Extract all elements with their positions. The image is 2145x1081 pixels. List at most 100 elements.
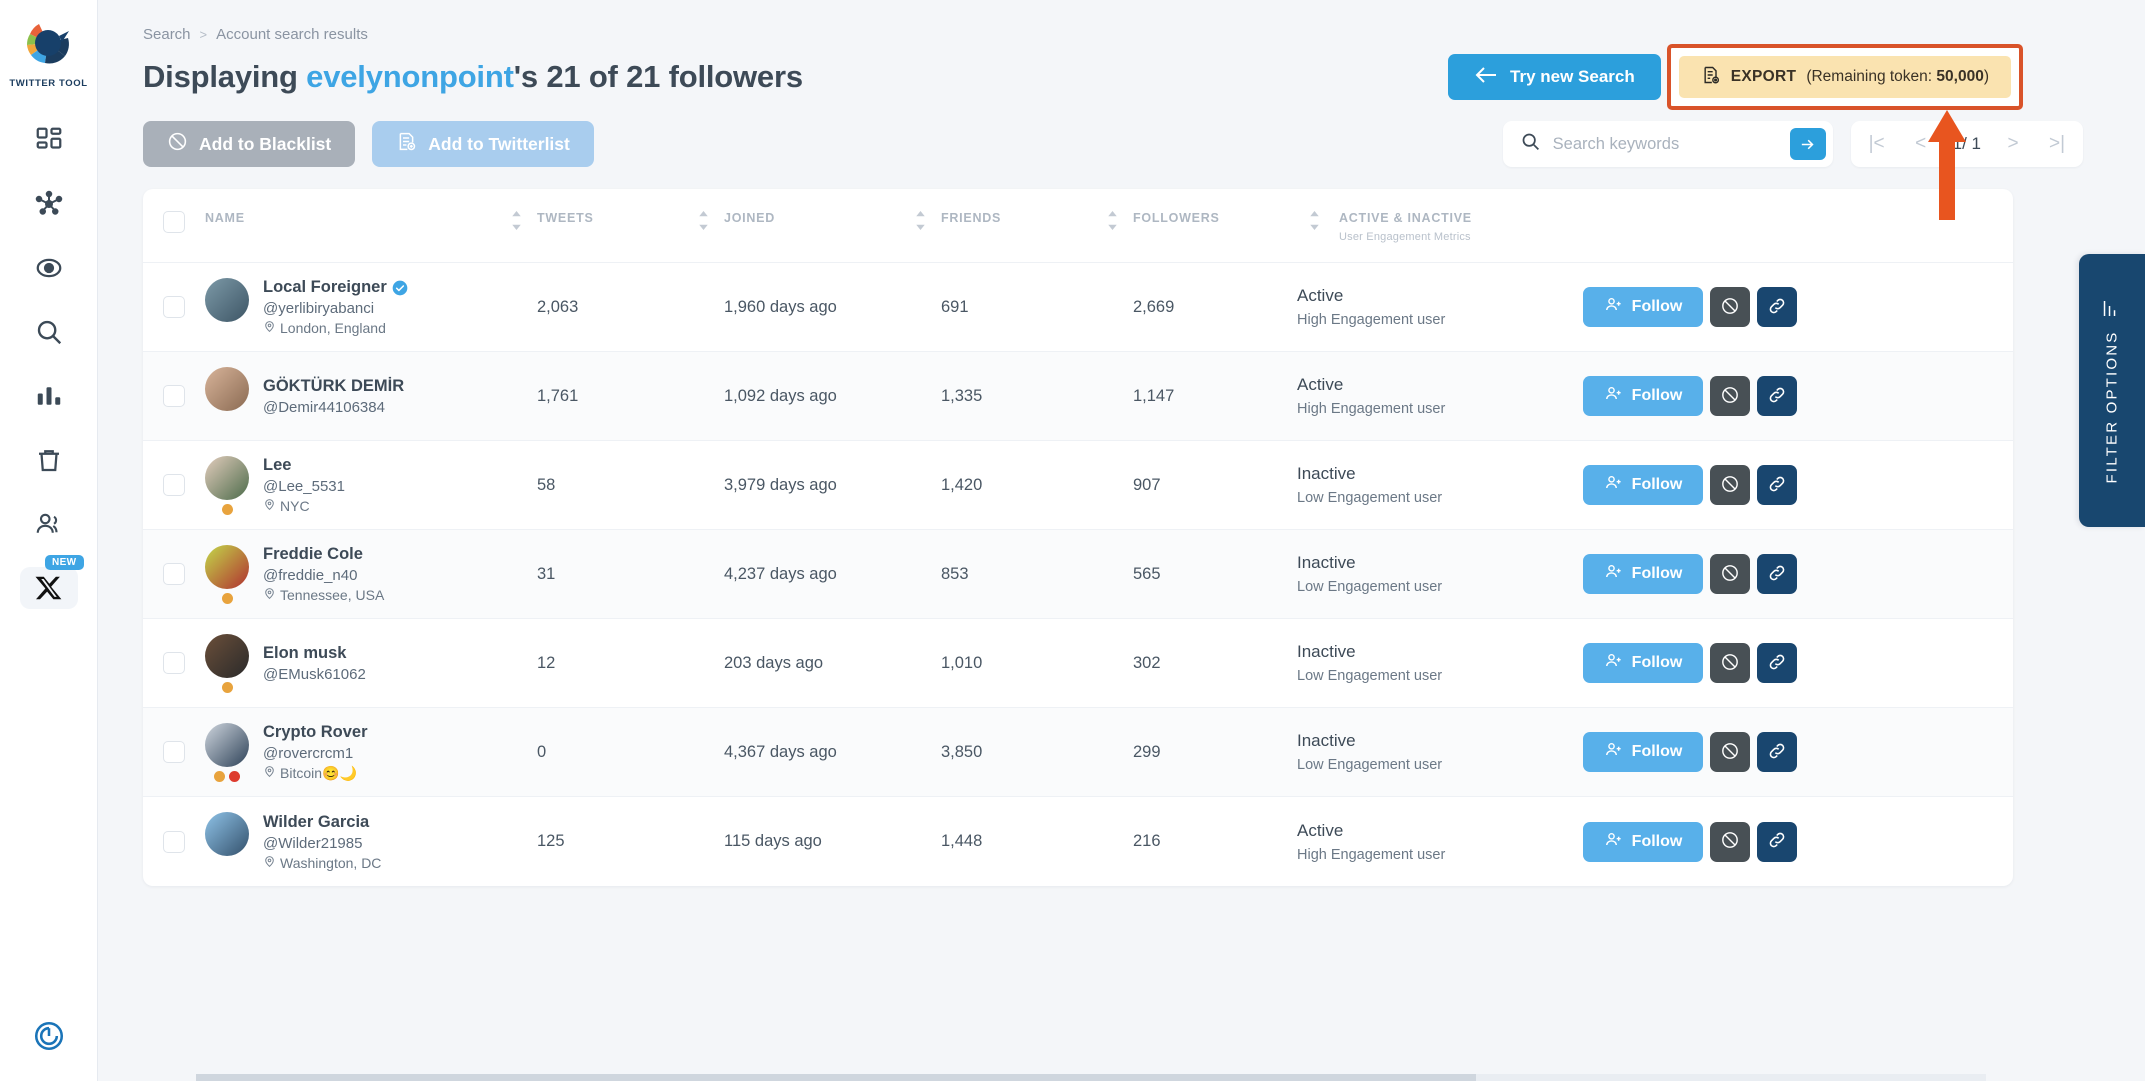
block-user-button[interactable] — [1710, 822, 1750, 862]
block-user-button[interactable] — [1710, 554, 1750, 594]
avatar[interactable] — [205, 545, 249, 589]
breadcrumb-current[interactable]: Account search results — [216, 26, 368, 43]
search-submit-button[interactable] — [1790, 128, 1826, 160]
search-input[interactable] — [1553, 135, 1778, 154]
user-name[interactable]: Crypto Rover — [263, 723, 368, 742]
sidebar-item-power[interactable] — [20, 1015, 78, 1057]
export-button[interactable]: EXPORT (Remaining token: 50,000) — [1679, 56, 2011, 98]
follow-button[interactable]: Follow — [1583, 732, 1703, 772]
user-handle[interactable]: @Lee_5531 — [263, 478, 345, 495]
follow-button[interactable]: Follow — [1583, 465, 1703, 505]
row-actions: Follow — [1583, 643, 2013, 683]
sidebar-item-search[interactable] — [20, 311, 78, 353]
try-new-search-button[interactable]: Try new Search — [1448, 54, 1661, 100]
status-dots — [214, 771, 240, 782]
filter-options-tab[interactable]: FILTER OPTIONS — [2079, 254, 2145, 527]
sidebar-item-users[interactable] — [20, 503, 78, 545]
row-checkbox[interactable] — [163, 385, 185, 407]
follow-button[interactable]: Follow — [1583, 554, 1703, 594]
open-profile-link-button[interactable] — [1757, 376, 1797, 416]
follow-button[interactable]: Follow — [1583, 287, 1703, 327]
breadcrumb-root[interactable]: Search — [143, 26, 191, 43]
sort-toggle-followers[interactable] — [1293, 211, 1335, 230]
open-profile-link-button[interactable] — [1757, 465, 1797, 505]
avatar-wrap — [205, 634, 249, 693]
block-user-button[interactable] — [1710, 732, 1750, 772]
user-handle[interactable]: @yerlibiryabanci — [263, 300, 408, 317]
avatar[interactable] — [205, 634, 249, 678]
row-checkbox[interactable] — [163, 652, 185, 674]
avatar[interactable] — [205, 723, 249, 767]
pagination-prev-button[interactable]: < — [1899, 122, 1943, 166]
sort-toggle-friends[interactable] — [1091, 211, 1133, 230]
sidebar-item-target[interactable] — [20, 247, 78, 289]
row-checkbox[interactable] — [163, 831, 185, 853]
user-name[interactable]: Lee — [263, 456, 345, 475]
add-to-twitterlist-button[interactable]: Add to Twitterlist — [372, 121, 594, 167]
block-user-button[interactable] — [1710, 376, 1750, 416]
open-profile-link-button[interactable] — [1757, 822, 1797, 862]
column-header-followers[interactable]: FOLLOWERS — [1133, 211, 1293, 225]
block-user-button[interactable] — [1710, 465, 1750, 505]
open-profile-link-button[interactable] — [1757, 287, 1797, 327]
pagination-first-button[interactable]: |< — [1855, 122, 1899, 166]
sidebar-item-trash[interactable] — [20, 439, 78, 481]
open-profile-link-button[interactable] — [1757, 732, 1797, 772]
page-title-handle[interactable]: evelynonpoint — [306, 59, 514, 94]
table-row[interactable]: Freddie Cole @freddie_n40 Tennessee, USA… — [143, 530, 2013, 619]
follow-button[interactable]: Follow — [1583, 376, 1703, 416]
sidebar-item-x-platform[interactable]: NEW — [20, 567, 78, 609]
pagination-next-button[interactable]: > — [1991, 122, 2035, 166]
table-row[interactable]: Lee @Lee_5531 NYC 58 3,979 days ago 1,42… — [143, 441, 2013, 530]
user-handle[interactable]: @Wilder21985 — [263, 835, 381, 852]
table-row[interactable]: Crypto Rover @rovercrcm1 Bitcoin😊🌙 0 4,3… — [143, 708, 2013, 797]
sidebar-item-network[interactable] — [20, 183, 78, 225]
follow-button[interactable]: Follow — [1583, 643, 1703, 683]
user-name[interactable]: Elon musk — [263, 644, 366, 663]
scrollbar-thumb[interactable] — [196, 1074, 1476, 1081]
row-checkbox[interactable] — [163, 741, 185, 763]
avatar[interactable] — [205, 812, 249, 856]
table-row[interactable]: Wilder Garcia @Wilder21985 Washington, D… — [143, 797, 2013, 886]
column-header-name[interactable]: NAME — [205, 211, 495, 225]
user-name[interactable]: Wilder Garcia — [263, 813, 381, 832]
user-handle[interactable]: @rovercrcm1 — [263, 745, 368, 762]
user-name[interactable]: Freddie Cole — [263, 545, 384, 564]
row-checkbox[interactable] — [163, 563, 185, 585]
row-checkbox[interactable] — [163, 296, 185, 318]
table-row[interactable]: GÖKTÜRK DEMİR @Demir44106384 1,761 1,092… — [143, 352, 2013, 441]
user-handle[interactable]: @freddie_n40 — [263, 567, 384, 584]
avatar[interactable] — [205, 456, 249, 500]
open-profile-link-button[interactable] — [1757, 554, 1797, 594]
sort-toggle-tweets[interactable] — [682, 211, 724, 230]
table-row[interactable]: Elon musk @EMusk61062 12 203 days ago 1,… — [143, 619, 2013, 708]
user-info: Crypto Rover @rovercrcm1 Bitcoin😊🌙 — [263, 723, 368, 782]
horizontal-scrollbar[interactable] — [196, 1074, 1986, 1081]
app-logo[interactable]: TWITTER TOOL — [9, 14, 87, 89]
sidebar-item-analytics[interactable] — [20, 375, 78, 417]
avatar[interactable] — [205, 278, 249, 322]
filter-icon — [2100, 298, 2124, 318]
sort-toggle-joined[interactable] — [899, 211, 941, 230]
user-name[interactable]: Local Foreigner — [263, 278, 408, 297]
column-header-friends[interactable]: FRIENDS — [941, 211, 1091, 225]
pagination-last-button[interactable]: >| — [2035, 122, 2079, 166]
add-to-blacklist-button[interactable]: Add to Blacklist — [143, 121, 355, 167]
open-profile-link-button[interactable] — [1757, 643, 1797, 683]
row-checkbox[interactable] — [163, 474, 185, 496]
breadcrumb: Search > Account search results — [143, 26, 2085, 43]
block-user-button[interactable] — [1710, 643, 1750, 683]
avatar[interactable] — [205, 367, 249, 411]
user-handle[interactable]: @EMusk61062 — [263, 666, 366, 683]
user-handle[interactable]: @Demir44106384 — [263, 399, 404, 416]
sort-toggle-name[interactable] — [495, 211, 537, 230]
column-header-tweets[interactable]: TWEETS — [537, 211, 682, 225]
sidebar-item-dashboard[interactable] — [20, 119, 78, 161]
column-header-joined[interactable]: JOINED — [724, 211, 899, 225]
select-all-checkbox[interactable] — [163, 211, 185, 233]
header-actions: Try new Search EXPORT (Remaining token: … — [1448, 44, 2023, 110]
follow-button[interactable]: Follow — [1583, 822, 1703, 862]
user-name[interactable]: GÖKTÜRK DEMİR — [263, 377, 404, 396]
block-user-button[interactable] — [1710, 287, 1750, 327]
table-row[interactable]: Local Foreigner @yerlibiryabanci London,… — [143, 263, 2013, 352]
